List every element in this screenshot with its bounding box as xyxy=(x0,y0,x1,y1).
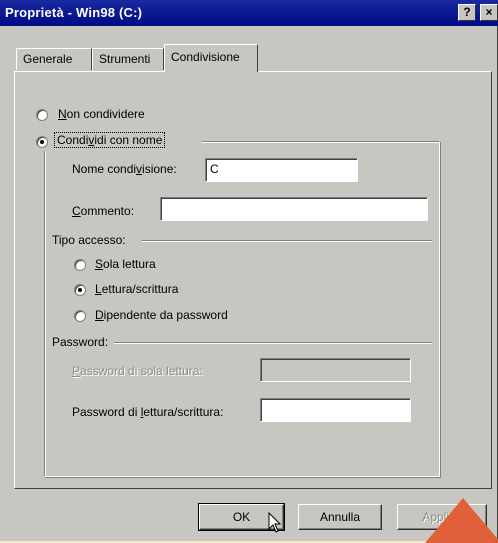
mouse-cursor-icon xyxy=(268,512,282,533)
window-title: Proprietà - Win98 (C:) xyxy=(5,5,143,20)
title-bar[interactable]: Proprietà - Win98 (C:) ? × xyxy=(0,0,498,26)
tab-condivisione[interactable]: Condivisione xyxy=(164,44,258,72)
warning-triangle-icon xyxy=(425,498,498,543)
tab-generale[interactable]: Generale xyxy=(16,48,92,70)
tab-label: Generale xyxy=(23,52,73,66)
close-button[interactable]: × xyxy=(480,4,498,21)
tab-label: Condivisione xyxy=(171,50,240,64)
tab-strumenti[interactable]: Strumenti xyxy=(92,48,164,70)
tab-label: Strumenti xyxy=(99,52,151,66)
properties-window: Proprietà - Win98 (C:) ? × Generale Stru… xyxy=(0,0,498,543)
help-button[interactable]: ? xyxy=(458,4,476,21)
cancel-button[interactable]: Annulla xyxy=(298,504,382,530)
share-as-radio[interactable] xyxy=(36,136,48,148)
share-as-label[interactable]: Condividi con nome xyxy=(54,132,166,148)
